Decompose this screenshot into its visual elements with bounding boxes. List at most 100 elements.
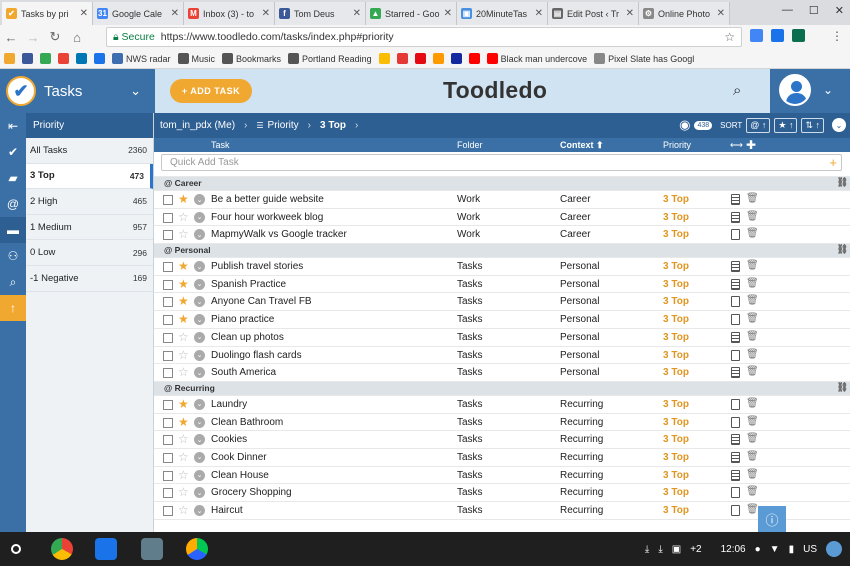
context-at-icon[interactable]: @ (0, 191, 26, 217)
task-checkbox[interactable] (163, 315, 173, 326)
task-priority[interactable]: 3 Top (663, 505, 689, 516)
task-folder[interactable]: Work (457, 194, 480, 205)
task-name[interactable]: Grocery Shopping (211, 487, 292, 498)
browser-tab[interactable]: ✔ Tasks by pri ✕ (2, 2, 93, 25)
priority-chevron-icon[interactable]: ⌄ (194, 261, 205, 273)
task-priority[interactable]: 3 Top (663, 399, 689, 410)
sidebar-item-priority[interactable]: 3 Top 473 (26, 163, 153, 190)
table-row[interactable]: ☆ ⌄ Cook Dinner Tasks Recurring 3 Top 🗑︎ (154, 449, 850, 467)
task-name[interactable]: Piano practice (211, 314, 274, 325)
bookmark-item[interactable] (414, 53, 426, 64)
trash-icon[interactable]: 🗑︎ (746, 211, 759, 222)
task-checkbox[interactable] (163, 506, 173, 516)
browser-tab[interactable]: ▲ Starred - Goo ✕ (366, 2, 457, 25)
table-row[interactable]: ☆ ⌄ Cookies Tasks Recurring 3 Top 🗑︎ (154, 431, 850, 449)
priority-chevron-icon[interactable]: ⌄ (194, 367, 205, 379)
task-context[interactable]: Personal (560, 332, 599, 343)
maximize-icon[interactable]: ☐ (809, 4, 819, 17)
table-row[interactable]: ★ ⌄ Anyone Can Travel FB Tasks Personal 3 Top… (154, 293, 850, 312)
bookmark-item[interactable]: Music (177, 53, 215, 64)
check-icon[interactable]: ✔ (0, 139, 26, 165)
trash-icon[interactable]: 🗑︎ (746, 398, 759, 409)
trash-icon[interactable]: 🗑︎ (746, 349, 759, 360)
task-checkbox[interactable] (163, 452, 173, 463)
task-context[interactable]: Career (560, 229, 591, 240)
star-icon[interactable]: ☆ (178, 349, 189, 361)
sidebar-item-priority[interactable]: 2 High 465 (26, 189, 153, 215)
priority-chevron-icon[interactable]: ⌄ (194, 398, 205, 410)
task-folder[interactable]: Work (457, 229, 480, 240)
col-priority[interactable]: Priority (663, 140, 691, 150)
priority-chevron-icon[interactable]: ⌄ (194, 229, 205, 241)
chrome-icon[interactable] (51, 538, 73, 560)
task-name[interactable]: Be a better guide website (211, 194, 324, 205)
task-context[interactable]: Recurring (560, 452, 603, 463)
extension-icon[interactable] (750, 29, 763, 42)
close-window-icon[interactable]: ✕ (835, 4, 844, 17)
task-checkbox[interactable] (163, 399, 173, 410)
task-folder[interactable]: Tasks (457, 505, 483, 516)
task-checkbox[interactable] (163, 368, 173, 379)
trash-icon[interactable]: 🗑︎ (746, 313, 759, 324)
task-checkbox[interactable] (163, 212, 173, 223)
note-icon[interactable] (731, 398, 740, 410)
chevron-down-icon[interactable]: ⌄ (130, 83, 141, 99)
star-icon[interactable]: ☆ (178, 211, 189, 223)
task-context[interactable]: Career (560, 194, 591, 205)
trash-icon[interactable]: 🗑︎ (746, 366, 759, 377)
launcher-icon[interactable] (11, 544, 21, 554)
note-icon[interactable] (731, 487, 740, 499)
note-icon[interactable] (731, 314, 740, 326)
account-menu[interactable]: ⌄ (770, 69, 850, 113)
link-icon[interactable]: ⛓ (837, 244, 848, 255)
back-icon[interactable]: ← (0, 30, 22, 45)
menu-dots-icon[interactable]: ⋮ (831, 29, 843, 43)
priority-chevron-icon[interactable]: ⌄ (194, 416, 205, 428)
task-name[interactable]: Clean Bathroom (211, 417, 283, 428)
close-icon[interactable]: ✕ (262, 8, 270, 19)
task-checkbox[interactable] (163, 195, 173, 205)
table-row[interactable]: ☆ ⌄ Clean up photos Tasks Personal 3 Top 🗑︎ (154, 329, 850, 347)
browser-tab[interactable]: f Tom Deus ✕ (275, 2, 366, 25)
star-icon[interactable]: ☆ (178, 451, 189, 463)
task-priority[interactable]: 3 Top (663, 434, 689, 445)
close-icon[interactable]: ✕ (717, 8, 725, 19)
star-icon[interactable]: ★ (178, 278, 189, 290)
link-icon[interactable]: ⛓ (837, 177, 848, 188)
extension-icon[interactable] (771, 29, 784, 42)
bookmark-item[interactable] (94, 53, 105, 64)
priority-chevron-icon[interactable]: ⌄ (194, 331, 205, 343)
browser-tab[interactable]: 31 Google Cale ✕ (93, 2, 184, 25)
task-checkbox[interactable] (163, 435, 173, 446)
eye-icon[interactable]: ◉ (679, 117, 690, 133)
star-icon[interactable]: ★ (178, 260, 189, 272)
gallery-icon[interactable] (141, 538, 163, 560)
task-context[interactable]: Personal (560, 261, 599, 272)
add-icon[interactable]: + (829, 155, 837, 170)
bookmark-item[interactable] (450, 53, 462, 64)
task-folder[interactable]: Tasks (457, 314, 483, 325)
note-icon[interactable] (731, 331, 740, 343)
task-name[interactable]: MapmyWalk vs Google tracker (211, 229, 347, 240)
task-context[interactable]: Personal (560, 350, 599, 361)
task-checkbox[interactable] (163, 279, 173, 290)
task-folder[interactable]: Tasks (457, 452, 483, 463)
note-icon[interactable] (731, 367, 740, 379)
priority-chevron-icon[interactable]: ⌄ (194, 349, 205, 361)
star-icon[interactable]: ☆ (178, 331, 189, 343)
table-row[interactable]: ☆ ⌄ Grocery Shopping Tasks Recurring 3 Top 🗑︎ (154, 484, 850, 502)
star-icon[interactable]: ☆ (178, 486, 189, 498)
table-row[interactable]: ☆ ⌄ Four hour workweek blog Work Career 3 Top… (154, 209, 850, 227)
trash-icon[interactable]: 🗑︎ (746, 416, 759, 427)
bookmark-item[interactable] (22, 53, 33, 64)
bookmark-item[interactable] (468, 53, 480, 64)
collapse-icon[interactable]: ⌄ (832, 118, 846, 132)
task-checkbox[interactable] (163, 297, 173, 308)
task-priority[interactable]: 3 Top (663, 314, 689, 325)
trash-icon[interactable]: 🗑︎ (746, 486, 759, 497)
task-context[interactable]: Recurring (560, 434, 603, 445)
trash-icon[interactable]: 🗑︎ (746, 193, 759, 204)
trash-icon[interactable]: 🗑︎ (746, 260, 759, 271)
table-row[interactable]: ★ ⌄ Be a better guide website Work Career 3 T… (154, 191, 850, 209)
priority-chevron-icon[interactable]: ⌄ (194, 296, 205, 308)
